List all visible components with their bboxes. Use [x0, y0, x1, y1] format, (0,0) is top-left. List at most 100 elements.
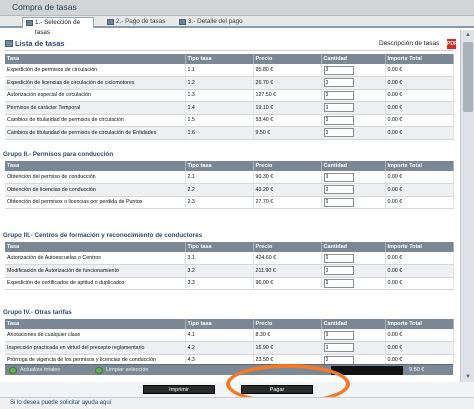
cell-precio: 8.30 € [253, 329, 322, 342]
cantidad-input[interactable] [323, 266, 354, 276]
tab-icon [107, 19, 114, 25]
cell-cantidad [321, 183, 386, 197]
group-title: Grupo III.- Centros de formación y recon… [3, 232, 203, 239]
cell-cantidad [321, 126, 386, 140]
description-link[interactable]: Descripción de tasas [379, 40, 439, 47]
cantidad-input[interactable] [323, 115, 354, 125]
cell-tipo: 2.1 [185, 171, 254, 184]
pdf-icon[interactable]: PDF [447, 39, 457, 49]
cantidad-input[interactable] [323, 78, 354, 88]
cell-importe: 0.00 € [385, 114, 454, 127]
column-header-precio: Precio [253, 161, 322, 171]
cell-cantidad [321, 196, 386, 209]
tax-table: Tasa Tipo tasa Precio Cantidad Importe Total… [5, 319, 454, 367]
list-icon [5, 40, 13, 47]
tab-icon [26, 20, 33, 26]
table-row: Anotaciones de cualquier clase 4.1 8.30 € 0… [5, 329, 454, 342]
cell-importe: 0.00 € [385, 64, 454, 77]
cantidad-input[interactable] [323, 172, 354, 182]
column-header-cantidad: Cantidad [321, 319, 386, 329]
column-header-precio: Precio [253, 319, 322, 329]
table-row: Permisos de carácter Temporal 1.4 19.10 € 0… [5, 101, 454, 115]
cell-importe: 0.00 € [385, 76, 454, 90]
vertical-scrollbar[interactable]: ▲ ▼ [460, 30, 474, 382]
cell-precio: 26.70 € [253, 76, 322, 90]
group-title: Grupo II.- Permisos para conducción [3, 151, 114, 158]
table-header-row: Tasa Tipo tasa Precio Cantidad Importe Total [5, 161, 454, 171]
group-title: Grupo IV.- Otras tarifas [3, 309, 72, 316]
cell-precio: 95.80 € [253, 64, 322, 77]
column-header-tipo: Tipo tasa [185, 242, 254, 252]
table-row: Obtención del permisos o licencias por p… [5, 196, 454, 209]
cantidad-input[interactable] [323, 65, 354, 75]
column-header-cantidad: Cantidad [321, 54, 386, 64]
cell-importe: 0.00 € [385, 101, 454, 115]
cantidad-input[interactable] [323, 185, 354, 195]
window-titlebar: Compra de tasas [0, 0, 474, 16]
tab-pago[interactable]: 2.- Pago de tasas [104, 17, 166, 28]
column-header-tipo: Tipo tasa [185, 54, 254, 64]
column-header-tipo: Tipo tasa [185, 161, 254, 171]
cell-importe: 0.00 € [385, 329, 454, 342]
cell-precio: 15.90 € [253, 341, 322, 355]
cantidad-input[interactable] [323, 128, 354, 138]
cell-tipo: 1.6 [185, 126, 254, 140]
cell-importe: 0.00 € [385, 264, 454, 278]
divider [5, 50, 453, 51]
scroll-down-icon[interactable]: ▼ [463, 373, 473, 381]
table-row: Cambios de titularidad de permisos de ci… [5, 126, 454, 140]
tab-label: 3.- Detalle del pago [188, 18, 243, 25]
cell-importe: 0.00 € [385, 183, 454, 197]
button-label: Actualiza totales [20, 367, 61, 373]
cantidad-input[interactable] [323, 343, 354, 353]
cell-tasa: Permisos de carácter Temporal [5, 101, 186, 115]
cell-tipo: 3.2 [185, 264, 254, 278]
cell-cantidad [321, 101, 386, 115]
column-header-importe: Importe Total [385, 161, 454, 171]
cell-tipo: 3.1 [185, 252, 254, 265]
cell-importe: 0.00 € [385, 89, 454, 102]
table-row: Autorización especial de circulación 1.3 1… [5, 89, 454, 102]
tax-table: Tasa Tipo tasa Precio Cantidad Importe Total… [5, 161, 454, 209]
cell-tasa: Cambios de titularidad de permisos de ci… [5, 126, 186, 140]
column-header-tasa: Tasa [5, 54, 186, 64]
limpiar-seleccion-button[interactable]: Limpiar selección [95, 366, 149, 375]
tab-detalle[interactable]: 3.- Detalle del pago [176, 17, 248, 28]
scroll-up-icon[interactable]: ▲ [463, 31, 473, 39]
cell-tasa: Autorización especial de circulación [5, 89, 186, 102]
help-link[interactable]: Si lo desea puede solicitar ayuda aquí [10, 400, 111, 406]
footer: Si lo desea puede solicitar ayuda aquí [0, 397, 474, 409]
cell-precio: 90.30 € [253, 171, 322, 184]
table-header-row: Tasa Tipo tasa Precio Cantidad Importe Total [5, 319, 454, 329]
cell-precio: 27.70 € [253, 196, 322, 209]
cantidad-input[interactable] [323, 197, 354, 207]
cell-cantidad [321, 264, 386, 278]
table-row: Obtención del permiso de conducción 2.1 90… [5, 171, 454, 184]
cell-tipo: 1.4 [185, 101, 254, 115]
scroll-thumb[interactable] [463, 42, 473, 112]
column-header-importe: Importe Total [385, 319, 454, 329]
cell-tipo: 1.2 [185, 76, 254, 90]
totals-bar: Actualiza totales Limpiar selección 9.50… [5, 364, 453, 375]
cantidad-input[interactable] [323, 330, 354, 340]
cell-cantidad [321, 89, 386, 102]
cell-importe: 0.00 € [385, 341, 454, 355]
table-header-row: Tasa Tipo tasa Precio Cantidad Importe Total [5, 54, 454, 64]
cantidad-input[interactable] [323, 278, 354, 288]
cell-tipo: 1.1 [185, 64, 254, 77]
actualiza-totales-button[interactable]: Actualiza totales [9, 366, 60, 375]
cell-precio: 9.50 € [253, 126, 322, 140]
cantidad-input[interactable] [323, 103, 354, 113]
cell-tasa: Autorización de Autoescuelas o Centros [5, 252, 186, 265]
cell-precio: 211.90 € [253, 264, 322, 278]
window-title: Compra de tasas [12, 2, 77, 12]
cell-importe: 0.00 € [385, 171, 454, 184]
cantidad-input[interactable] [323, 90, 354, 100]
cell-importe: 0.00 € [385, 126, 454, 140]
column-header-precio: Precio [253, 242, 322, 252]
cell-importe: 0.00 € [385, 196, 454, 209]
cantidad-input[interactable] [323, 253, 354, 263]
cell-precio: 43.20 € [253, 183, 322, 197]
tab-seleccion[interactable]: 1.- Selección de tasas [22, 17, 94, 36]
imprimir-button[interactable]: Imprimir [143, 385, 215, 394]
